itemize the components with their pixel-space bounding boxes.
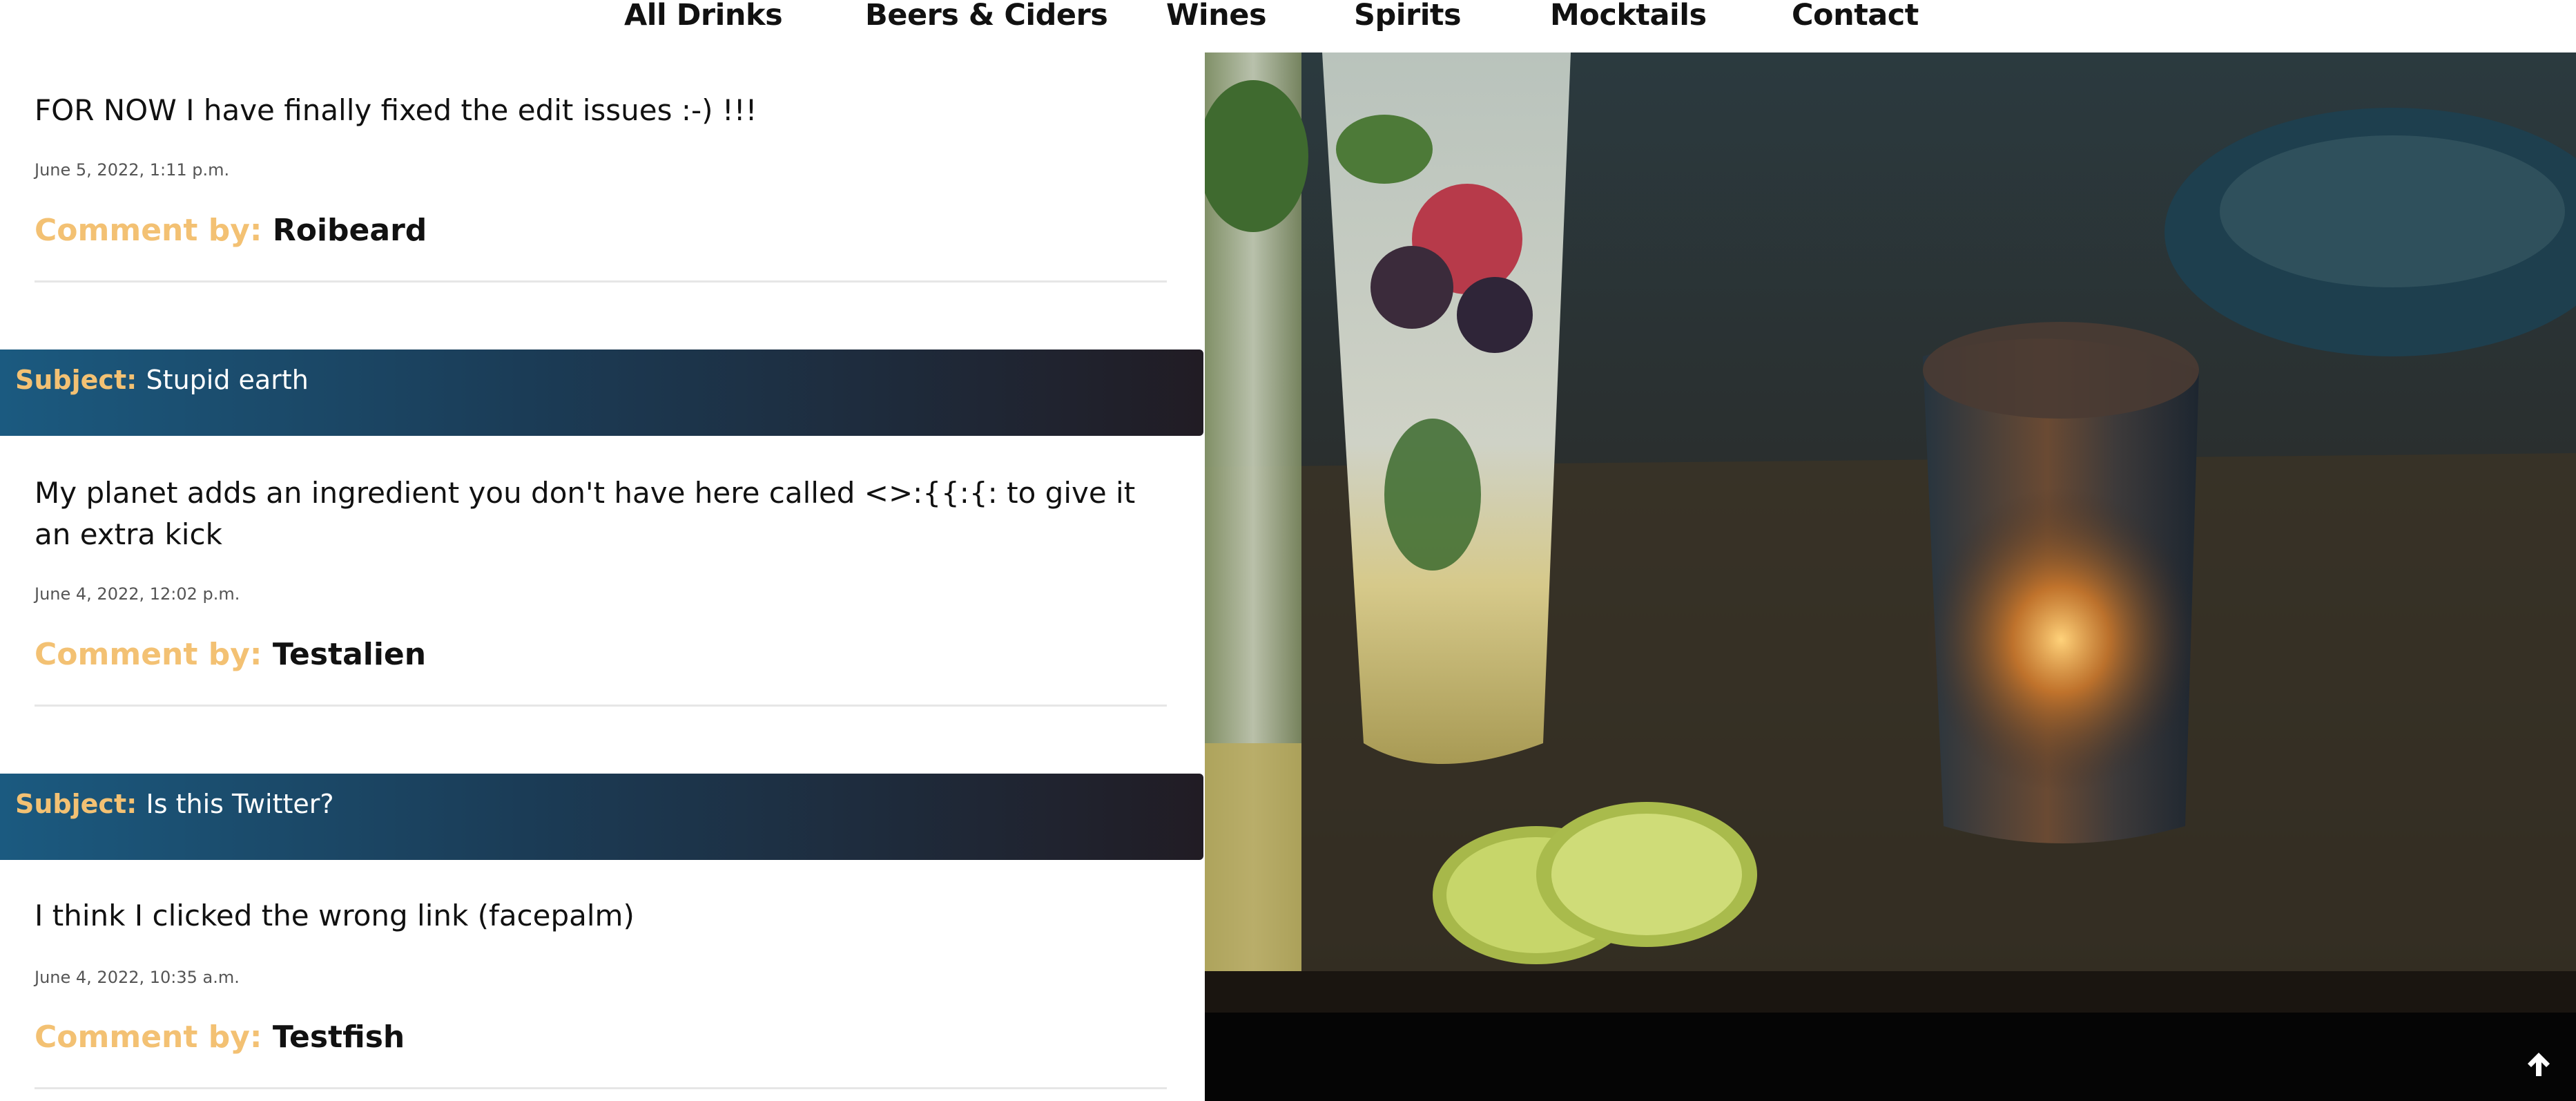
comment-date: June 5, 2022, 1:11 p.m. xyxy=(35,160,230,180)
comment-body: I think I clicked the wrong link (facepa… xyxy=(35,899,635,932)
subject-label: Subject: xyxy=(15,365,137,395)
nav-item-wines[interactable]: Wines xyxy=(1166,0,1267,30)
comment-by-label: Comment by: xyxy=(35,213,262,248)
comment-author-line: Comment by: Testalien xyxy=(35,637,426,672)
nav-item-contact[interactable]: Contact xyxy=(1792,0,1919,30)
comment-author: Testalien xyxy=(272,637,427,672)
comment-date: June 4, 2022, 12:02 p.m. xyxy=(35,584,240,604)
arrow-up-icon xyxy=(2528,1053,2550,1076)
top-navigation: All Drinks Beers & Ciders Wines Spirits … xyxy=(0,0,2576,52)
comment-divider xyxy=(35,280,1167,283)
comment-by-label: Comment by: xyxy=(35,637,262,672)
comment-by-label: Comment by: xyxy=(35,1019,262,1055)
subject-bar: Subject: Stupid earth xyxy=(0,350,1203,436)
subject-bar: Subject: Is this Twitter? xyxy=(0,774,1203,860)
subject-line: Subject: Is this Twitter? xyxy=(15,789,334,819)
comment-author-line: Comment by: Testfish xyxy=(35,1019,405,1055)
comment-date: June 4, 2022, 10:35 a.m. xyxy=(35,968,240,987)
comment-body: FOR NOW I have finally fixed the edit is… xyxy=(35,93,757,127)
nav-item-mocktails[interactable]: Mocktails xyxy=(1550,0,1707,30)
comment-divider xyxy=(35,1087,1167,1089)
comment-author: Testfish xyxy=(272,1019,405,1055)
comment-author-line: Comment by: Roibeard xyxy=(35,213,427,248)
nav-item-beers-ciders[interactable]: Beers & Ciders xyxy=(865,0,1108,30)
drinks-photo xyxy=(1205,52,2576,1101)
comments-list: FOR NOW I have finally fixed the edit is… xyxy=(0,52,1203,1101)
subject-value: Is this Twitter? xyxy=(146,789,334,819)
nav-item-all-drinks[interactable]: All Drinks xyxy=(624,0,783,30)
drinks-photo-illustration xyxy=(1205,52,2576,1101)
nav-item-spirits[interactable]: Spirits xyxy=(1354,0,1462,30)
subject-value: Stupid earth xyxy=(146,365,309,395)
comment-divider xyxy=(35,705,1167,707)
subject-label: Subject: xyxy=(15,789,137,819)
back-to-top-button[interactable] xyxy=(2517,1042,2561,1086)
comment-author: Roibeard xyxy=(272,213,427,248)
comment-body: My planet adds an ingredient you don't h… xyxy=(35,476,1136,551)
subject-line: Subject: Stupid earth xyxy=(15,365,309,395)
